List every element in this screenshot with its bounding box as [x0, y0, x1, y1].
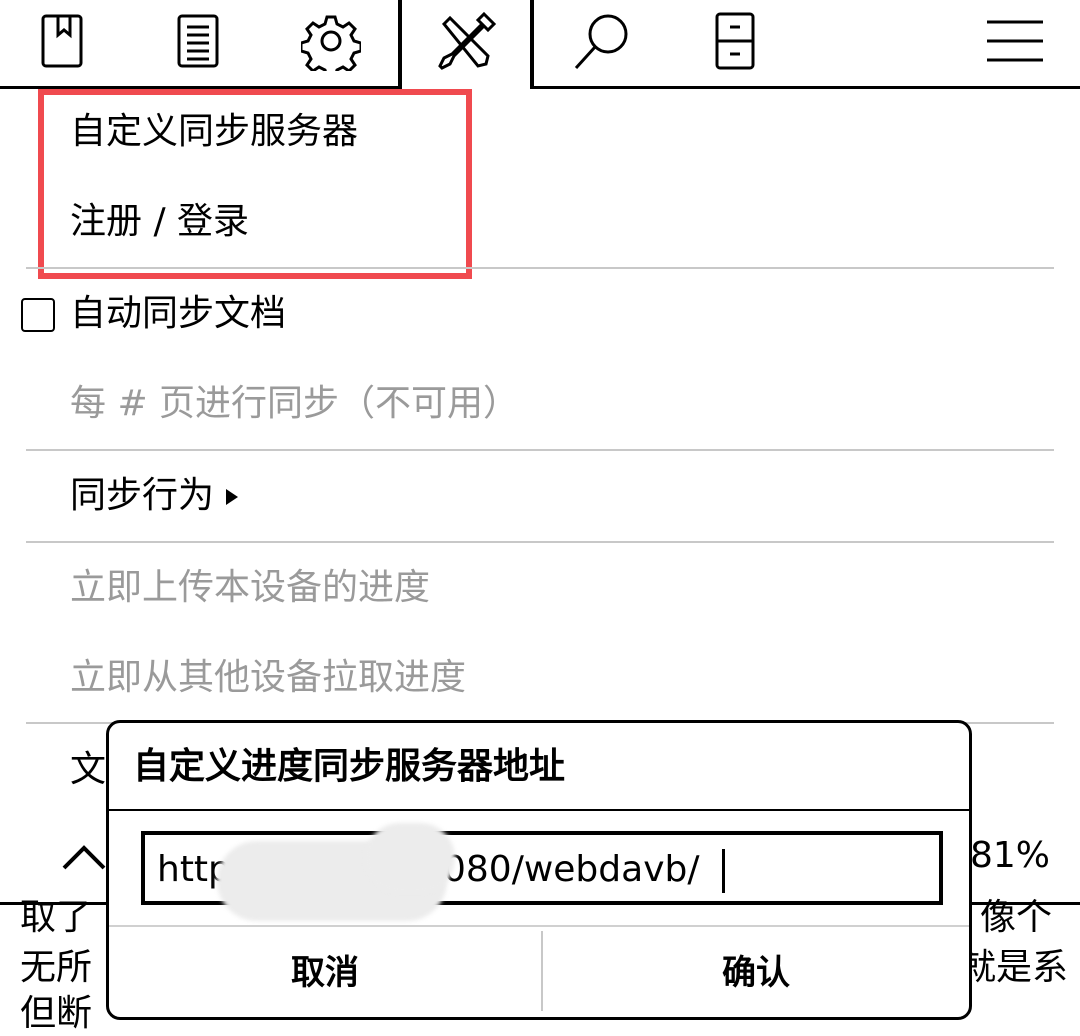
tools-icon[interactable] [432, 6, 502, 76]
menu-separator [26, 541, 1054, 543]
server-address-dialog: 自定义进度同步服务器地址 http 080/webdavb/ 取消 确认 [106, 720, 972, 1020]
highlight-box [38, 89, 472, 279]
toolbar-underline-right [534, 86, 1080, 89]
push-progress-item: 立即上传本设备的进度 [70, 567, 431, 608]
input-value-suffix: 080/webdavb/ [443, 849, 700, 890]
sync-every-pages-item: 每 # 页进行同步（不可用） [70, 383, 520, 424]
dialog-button-separator [109, 925, 969, 927]
auto-sync-checkbox[interactable] [21, 298, 55, 332]
toc-icon[interactable] [164, 6, 234, 76]
submenu-arrow-icon [226, 489, 239, 505]
server-address-input[interactable]: http 080/webdavb/ [141, 823, 943, 921]
page-text-line2-right: 就是系 [960, 947, 1069, 988]
menu-separator [26, 267, 1054, 269]
chevron-up-icon[interactable] [60, 840, 108, 872]
pull-progress-item: 立即从其他设备拉取进度 [70, 657, 467, 698]
menu-separator [26, 449, 1054, 451]
redaction-blur [365, 823, 455, 893]
hamburger-menu-icon[interactable] [980, 6, 1050, 76]
bookmark-icon[interactable] [28, 6, 98, 76]
dialog-title: 自定义进度同步服务器地址 [133, 746, 566, 787]
page-text-line3-left: 但断 [20, 993, 93, 1034]
sync-behavior-item[interactable]: 同步行为 [70, 474, 239, 518]
confirm-button[interactable]: 确认 [543, 929, 969, 1009]
active-tab-border-left [398, 0, 402, 89]
search-icon[interactable] [566, 6, 636, 76]
progress-percent: 81% [970, 835, 1051, 876]
partial-menu-item[interactable]: 文 [70, 748, 106, 792]
auto-sync-item[interactable]: 自动同步文档 [70, 292, 286, 336]
text-caret [722, 849, 725, 893]
page-text-line2-left: 无所 [20, 947, 93, 988]
cancel-button[interactable]: 取消 [109, 929, 541, 1009]
sync-behavior-label: 同步行为 [70, 475, 215, 516]
active-tab-border-right [530, 0, 534, 89]
filing-cabinet-icon[interactable] [700, 6, 770, 76]
page-text-line1-left: 取了 [20, 897, 93, 938]
dialog-title-separator [109, 809, 969, 811]
page-text-line1-right: 像个 [980, 897, 1053, 938]
gear-icon[interactable] [296, 6, 366, 76]
